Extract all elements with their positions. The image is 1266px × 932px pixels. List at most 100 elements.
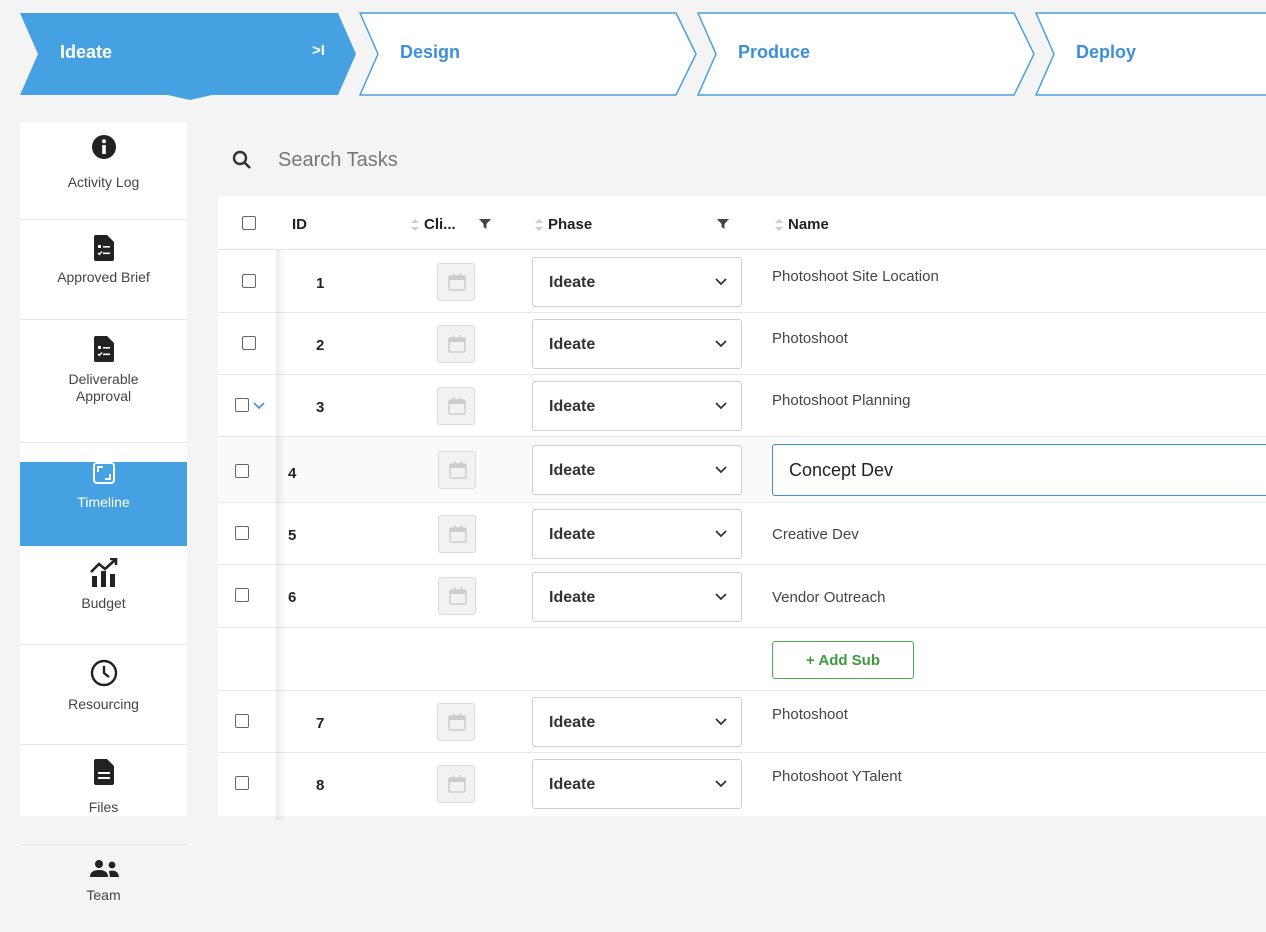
sidebar-item-timeline[interactable]: Timeline [20,462,187,546]
phase-collapse-button[interactable]: >I [312,42,325,59]
info-icon [91,135,116,159]
table-row[interactable]: 8 Ideate Photoshoot YTalent [218,753,1266,815]
table-row[interactable]: 1 Ideate Photoshoot Site Location [218,251,1266,313]
sidebar-item-label: Files [88,799,119,815]
sidebar-item-team[interactable]: Team [20,859,187,932]
sidebar-item-label: Budget [81,595,126,611]
column-header-id[interactable]: ID [292,216,307,233]
phase-select[interactable]: Ideate [532,257,742,307]
phase-bar: Ideate >I Design Produce Deploy [0,0,1266,100]
chevron-down-icon [715,593,727,601]
date-picker-button[interactable] [437,765,475,803]
column-header-client[interactable]: Cli... [410,216,456,233]
team-icon [89,860,119,877]
add-sub-row: + Add Sub [218,628,1266,691]
table-row[interactable]: 2 Ideate Photoshoot [218,313,1266,375]
phase-deploy-label[interactable]: Deploy [1076,42,1136,63]
row-checkbox[interactable] [242,274,256,288]
date-picker-button[interactable] [437,703,475,741]
chevron-down-icon [715,530,727,538]
calendar-icon [448,273,466,291]
task-name[interactable]: Photoshoot YTalent [772,768,902,785]
sidebar-item-approved-brief[interactable]: Approved Brief [20,235,187,320]
row-checkbox[interactable] [235,398,249,412]
phase-select[interactable]: Ideate [532,445,742,495]
row-checkbox[interactable] [235,776,249,790]
phase-select-value: Ideate [549,714,596,731]
phase-design-label[interactable]: Design [400,42,460,63]
row-id: 3 [316,399,325,416]
select-all-checkbox[interactable] [242,216,256,230]
search-icon[interactable] [232,150,252,170]
task-grid: ID Cli... Phase Name 1 Ideate Photoshoot… [218,196,1266,820]
date-picker-button[interactable] [437,325,475,363]
row-id: 6 [288,589,297,606]
task-name[interactable]: Creative Dev [772,526,859,543]
filter-icon[interactable] [479,218,491,230]
sidebar-item-activity-log[interactable]: Activity Log [20,134,187,220]
calendar-icon [448,775,466,793]
task-name[interactable]: Photoshoot [772,706,848,723]
sidebar-item-resourcing[interactable]: Resourcing [20,659,187,745]
date-picker-button[interactable] [438,451,476,489]
task-name-input[interactable] [772,444,1266,496]
table-row[interactable]: 5 Ideate Creative Dev [218,503,1266,565]
row-checkbox[interactable] [235,464,249,478]
phase-select[interactable]: Ideate [532,759,742,809]
phase-ideate-label[interactable]: Ideate [60,42,112,63]
table-row[interactable]: 7 Ideate Photoshoot [218,691,1266,753]
row-checkbox[interactable] [235,526,249,540]
table-row[interactable]: 6 Ideate Vendor Outreach [218,565,1266,628]
row-id: 1 [316,275,325,292]
table-row[interactable]: 3 Ideate Photoshoot Planning [218,375,1266,437]
row-id: 2 [316,337,325,354]
phase-select[interactable]: Ideate [532,509,742,559]
brief-icon [93,235,114,261]
phase-select-value: Ideate [549,526,596,543]
chevron-down-icon [715,340,727,348]
date-picker-button[interactable] [438,577,476,615]
filter-icon[interactable] [717,218,729,230]
date-picker-button[interactable] [438,515,476,553]
search-input[interactable] [278,144,778,176]
task-name[interactable]: Photoshoot [772,330,848,347]
column-header-phase[interactable]: Phase [534,216,592,233]
chevron-down-icon[interactable] [253,402,265,410]
add-sub-button[interactable]: + Add Sub [772,641,914,679]
chevron-down-icon [715,402,727,410]
column-header-name[interactable]: Name [774,216,829,233]
row-checkbox[interactable] [235,714,249,728]
sort-icon[interactable] [410,218,420,232]
sidebar-item-deliverable-approval[interactable]: Deliverable Approval [20,336,187,443]
sidebar-item-budget[interactable]: Budget [20,558,187,645]
chevron-down-icon [715,780,727,788]
row-checkbox[interactable] [235,588,249,602]
table-row[interactable]: 4 Ideate [218,437,1266,503]
phase-select[interactable]: Ideate [532,381,742,431]
task-name[interactable]: Photoshoot Site Location [772,268,939,285]
file-icon [93,759,114,785]
calendar-icon [449,461,467,479]
sort-icon[interactable] [774,218,784,232]
sidebar-item-label: Team [86,887,121,903]
phase-produce-label[interactable]: Produce [738,42,810,63]
sort-icon[interactable] [534,218,544,232]
sidebar-item-label: Resourcing [68,696,139,712]
calendar-icon [448,335,466,353]
sidebar-item-label: Activity Log [67,174,140,190]
phase-select[interactable]: Ideate [532,319,742,369]
date-picker-button[interactable] [437,387,475,425]
phase-select[interactable]: Ideate [532,572,742,622]
calendar-icon [449,587,467,605]
row-id: 5 [288,527,297,544]
phase-select-value: Ideate [549,776,596,793]
phase-select[interactable]: Ideate [532,697,742,747]
task-name[interactable]: Photoshoot Planning [772,392,910,409]
sidebar-item-files[interactable]: Files [20,759,187,845]
task-name[interactable]: Vendor Outreach [772,589,885,606]
row-checkbox[interactable] [242,336,256,350]
date-picker-button[interactable] [437,263,475,301]
column-header-name-label: Name [788,216,829,233]
grid-header: ID Cli... Phase Name [218,196,1266,250]
phase-deploy-shape[interactable] [1034,12,1266,96]
